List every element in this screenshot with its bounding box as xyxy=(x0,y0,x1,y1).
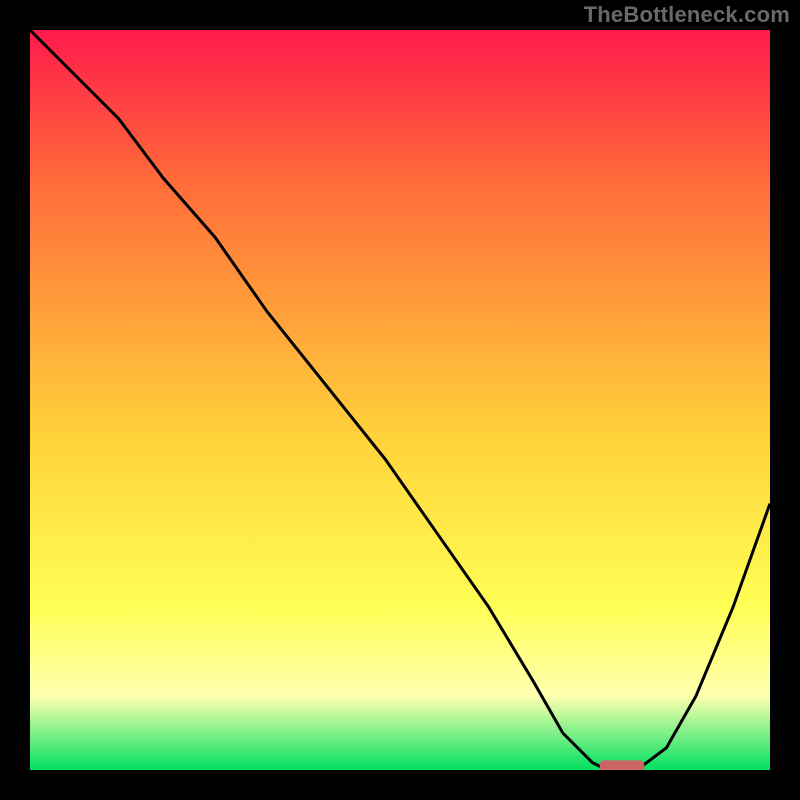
watermark-text: TheBottleneck.com xyxy=(584,2,790,28)
bottleneck-chart xyxy=(30,30,770,770)
optimum-marker xyxy=(600,760,644,770)
gradient-rect xyxy=(30,30,770,770)
chart-frame: TheBottleneck.com xyxy=(0,0,800,800)
